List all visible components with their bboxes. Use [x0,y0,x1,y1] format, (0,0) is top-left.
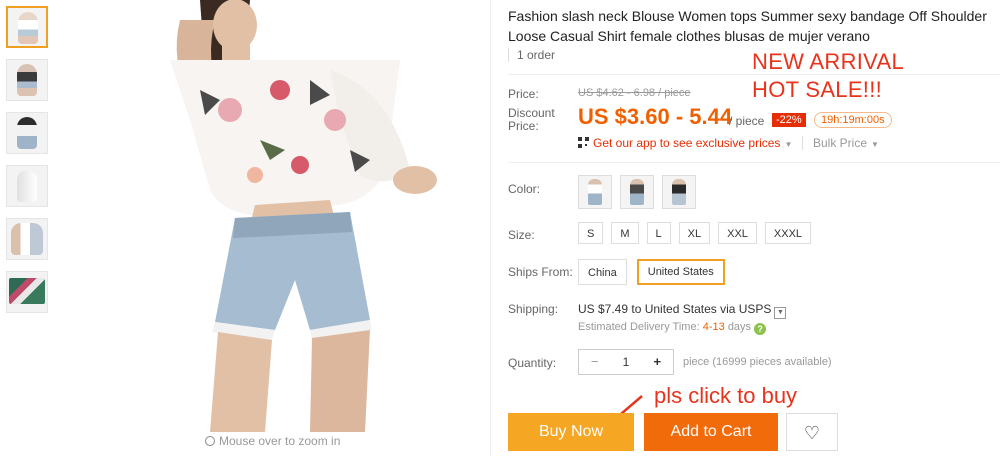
increase-quantity-button[interactable]: + [642,350,673,374]
bulk-price-dropdown[interactable]: Bulk Price ▼ [802,136,879,150]
add-to-cart-button[interactable]: Add to Cart [644,413,778,451]
search-icon [205,436,215,446]
color-swatches [578,175,696,209]
size-option-xxxl[interactable]: XXXL [764,222,812,244]
countdown-timer: 19h:19m:00s [814,112,892,128]
price-unit: / piece [729,114,765,128]
promo-text: NEW ARRIVAL HOT SALE!!! [752,48,904,104]
buy-now-button[interactable]: Buy Now [508,413,634,451]
click-to-buy-note: pls click to buy [654,383,798,408]
thumbnail-5[interactable] [6,218,48,260]
thumbnail-strip [6,6,50,324]
size-option-s[interactable]: S [578,222,604,244]
ships-from-china[interactable]: China [578,259,627,285]
help-icon[interactable]: ? [754,323,767,335]
price-label: Price: [508,87,539,101]
thumbnail-1[interactable] [6,6,48,48]
decrease-quantity-button[interactable]: − [579,350,610,374]
thumbnail-4[interactable] [6,165,48,207]
ships-from-united-states[interactable]: United States [636,259,725,285]
size-option-xxl[interactable]: XXL [718,222,757,244]
promo-line-2: HOT SALE!!! [752,77,883,102]
chevron-down-icon[interactable]: ▼ [774,307,787,319]
thumbnail-6[interactable] [6,271,48,313]
product-title: Fashion slash neck Blouse Women tops Sum… [508,8,987,44]
size-label: Size: [508,228,535,242]
ships-from-label: Ships From: [508,265,573,279]
heart-icon: ♡ [803,423,821,443]
promo-line-1: NEW ARRIVAL [752,49,905,74]
delivery-estimate: Estimated Delivery Time: 4-13 days? [578,321,767,335]
shipping-method[interactable]: US $7.49 to United States via USPS ▼ [578,302,787,319]
original-price: US $4.62 - 6.98 / piece [578,87,691,99]
thumbnail-3[interactable] [6,112,48,154]
size-option-m[interactable]: M [611,222,639,244]
ships-from-options: China United States [578,259,725,285]
chevron-down-icon: ▼ [784,140,793,149]
wishlist-button[interactable]: ♡ [786,413,838,451]
quantity-input[interactable]: 1 [610,350,641,374]
color-swatch-1[interactable] [578,175,612,209]
availability-text: piece (16999 pieces available) [683,356,832,368]
color-swatch-2[interactable] [620,175,654,209]
thumbnail-2[interactable] [6,59,48,101]
main-product-image[interactable] [160,0,450,432]
chevron-down-icon: ▼ [871,140,879,149]
quantity-stepper: − 1 + [578,349,674,375]
size-option-xl[interactable]: XL [678,222,711,244]
discount-price-label: Discount Price: [508,106,555,133]
size-options: S M L XL XXL XXXL [578,222,812,244]
column-divider [490,0,491,456]
order-count: 1 order [508,48,555,62]
zoom-hint: Mouse over to zoom in [205,434,340,448]
qr-code-icon [578,137,589,148]
discount-badge: -22% [772,113,806,127]
divider [508,162,1000,163]
quantity-label: Quantity: [508,356,557,370]
color-swatch-3[interactable] [662,175,696,209]
app-exclusive-link[interactable]: Get our app to see exclusive prices ▼ [578,136,792,150]
color-label: Color: [508,182,541,196]
size-option-l[interactable]: L [646,222,671,244]
shipping-label: Shipping: [508,302,559,316]
discount-price: US $3.60 - 5.44 [578,104,733,129]
